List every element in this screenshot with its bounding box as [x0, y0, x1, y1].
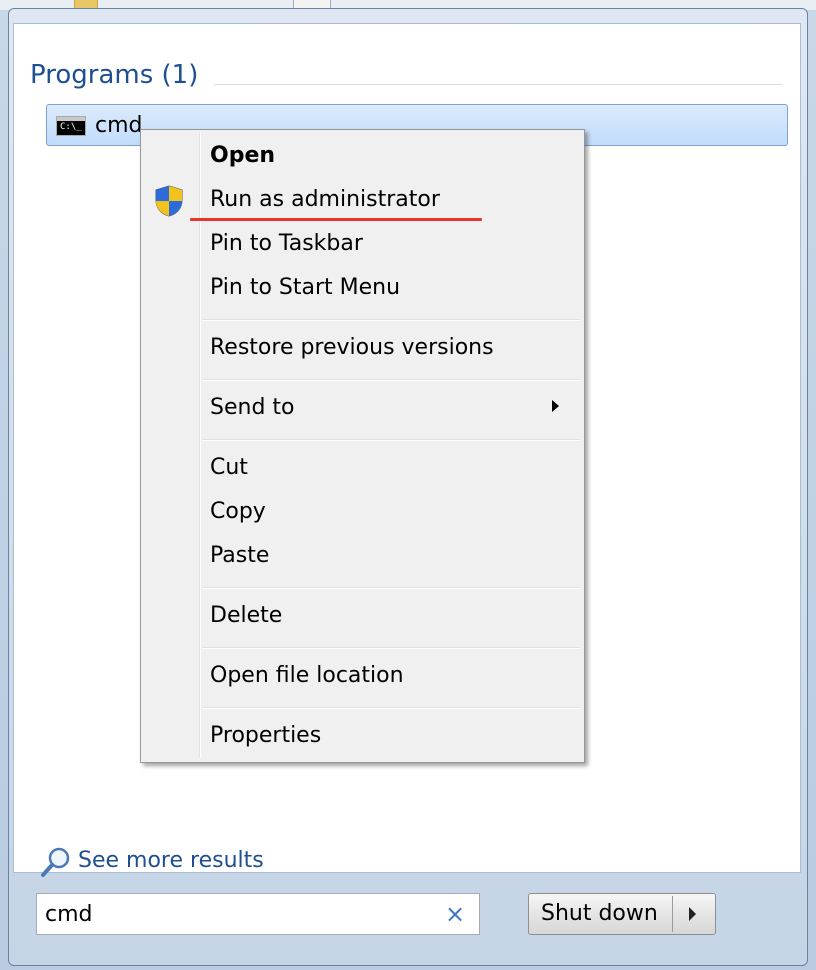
menu-item-send-to[interactable]: Send to	[210, 395, 295, 420]
menu-item-pin-to-start-menu[interactable]: Pin to Start Menu	[210, 275, 400, 300]
submenu-arrow-icon	[552, 400, 559, 412]
menu-item-paste[interactable]: Paste	[210, 543, 269, 568]
programs-section-header: Programs (1)	[30, 60, 199, 90]
menu-separator	[202, 647, 580, 649]
search-input[interactable]	[45, 900, 435, 928]
highlight-underline-annotation	[190, 218, 482, 221]
shutdown-button[interactable]: Shut down	[541, 901, 658, 926]
search-box[interactable]: ×	[36, 893, 480, 935]
uac-shield-icon	[155, 185, 183, 217]
menu-separator	[202, 439, 580, 441]
context-menu: Open Run as administrator Pin to Taskbar…	[140, 129, 585, 763]
menu-item-delete[interactable]: Delete	[210, 603, 282, 628]
program-result-label: cmd	[95, 113, 143, 138]
cmd-console-icon: C:\_	[56, 116, 86, 136]
shutdown-button-group: Shut down	[528, 893, 716, 935]
search-icon	[41, 847, 70, 877]
menu-item-open-file-location[interactable]: Open file location	[210, 663, 404, 688]
menu-item-copy[interactable]: Copy	[210, 499, 266, 524]
menu-item-pin-to-taskbar[interactable]: Pin to Taskbar	[210, 231, 363, 256]
shutdown-options-arrow-icon[interactable]	[673, 894, 715, 934]
menu-separator	[202, 379, 580, 381]
menu-separator	[202, 587, 580, 589]
menu-separator	[202, 707, 580, 709]
menu-item-cut[interactable]: Cut	[210, 455, 248, 480]
section-divider	[214, 84, 782, 85]
menu-separator	[202, 319, 580, 321]
menu-item-run-as-administrator[interactable]: Run as administrator	[210, 187, 440, 212]
see-more-results-label: See more results	[78, 848, 264, 873]
menu-gutter-highlight	[200, 132, 201, 758]
clear-x-icon[interactable]: ×	[445, 900, 465, 928]
menu-item-open[interactable]: Open	[210, 143, 275, 168]
menu-item-properties[interactable]: Properties	[210, 723, 321, 748]
menu-item-restore-previous-versions[interactable]: Restore previous versions	[210, 335, 494, 360]
